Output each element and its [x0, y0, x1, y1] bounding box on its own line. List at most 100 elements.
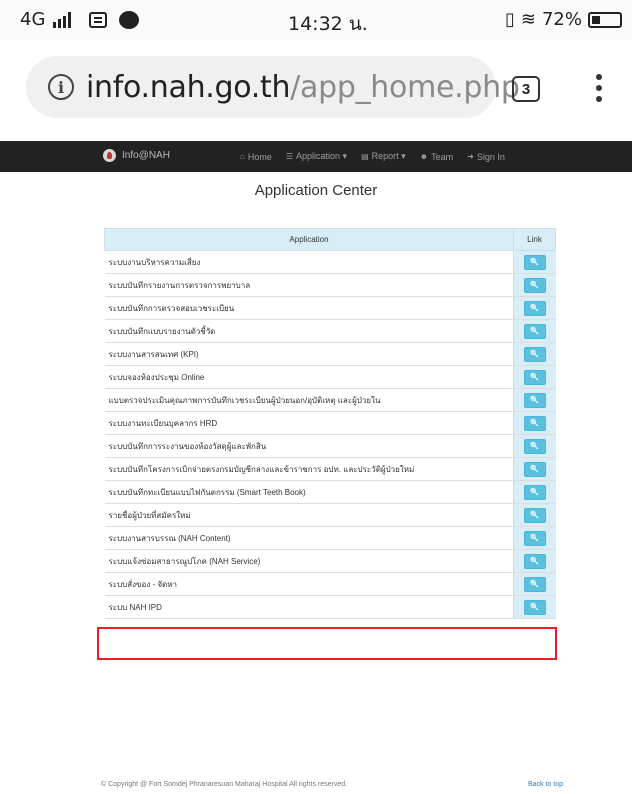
search-icon: 🔍	[530, 328, 540, 335]
open-application-button[interactable]: 🔍	[523, 346, 546, 362]
vibrate-icon: ▯	[504, 9, 515, 30]
nav-report-dropdown[interactable]: ▤ Report ▾	[361, 151, 406, 162]
link-cell: 🔍	[513, 319, 556, 343]
link-cell: 🔍	[513, 457, 556, 481]
nav-team[interactable]: ☻ Team	[420, 151, 453, 162]
url-text[interactable]: info.nah.go.th/app_home.php	[86, 70, 520, 105]
info-icon[interactable]: i	[48, 74, 74, 100]
link-cell: 🔍	[513, 365, 556, 389]
search-icon: 🔍	[530, 259, 540, 266]
back-to-top-link[interactable]: Back to top	[528, 781, 563, 788]
status-time: 14:32 น.	[288, 13, 368, 35]
table-row: ระบบบันทึกแบบรายงานตัวชี้วัด 🔍	[104, 319, 556, 343]
table-row: ระบบงานทะเบียนบุคลากร HRD 🔍	[104, 411, 556, 435]
nav-application-label: Application ▾	[296, 151, 348, 161]
search-icon: 🔍	[530, 282, 540, 289]
status-right: ▯ ≋ 72%	[505, 9, 622, 30]
application-name: ระบบจองห้องประชุม Online	[104, 365, 514, 389]
search-icon: 🔍	[530, 466, 540, 473]
search-icon: 🔍	[530, 420, 540, 427]
application-name: ระบบบันทึกโครงการเบิกจ่ายตรงกรมบัญชีกลาง…	[104, 457, 514, 481]
tab-switcher-button[interactable]: 3	[512, 76, 540, 102]
link-cell: 🔍	[513, 503, 556, 527]
nav-team-label: Team	[431, 151, 454, 162]
page-title: Application Center	[254, 182, 378, 199]
line-app-icon	[119, 10, 140, 29]
search-icon: 🔍	[530, 604, 540, 611]
table-row: ระบบบันทึกทะเบียนแบบไฟกันตกรรม (Smart Te…	[104, 480, 556, 504]
table-row: ระบบบันทึกการระงานของห้องวัสดุผู้และพักส…	[104, 434, 556, 458]
home-icon: ⌂	[240, 152, 245, 161]
application-name: ระบบสั่งของ - จัดหา	[104, 572, 514, 596]
application-name: ระบบบันทึกรายงานการตรวจการพยาบาล	[104, 273, 514, 297]
url-path: /app_home.php	[290, 69, 520, 105]
search-icon: 🔍	[530, 489, 540, 496]
open-application-button[interactable]: 🔍	[523, 553, 546, 569]
open-application-button[interactable]: 🔍	[523, 461, 546, 477]
file-icon: ▤	[361, 152, 369, 161]
open-application-button[interactable]: 🔍	[523, 369, 546, 385]
open-application-button[interactable]: 🔍	[523, 576, 546, 592]
table-row: ระบบงานสารสนเทศ (KPI) 🔍	[104, 342, 556, 366]
table-row: ระบบ NAH IPD 🔍	[104, 595, 556, 619]
table-row: ระบบแจ้งซ่อมสาธารณูปโภค (NAH Service) 🔍	[104, 549, 556, 573]
status-bar: 4G 14:32 น. ▯ ≋ 72%	[0, 0, 632, 40]
browser-menu-icon[interactable]	[594, 74, 604, 106]
table-row: แบบตรวจประเมินคุณภาพการบันทึกเวชระเบียนผ…	[104, 388, 556, 412]
users-icon: ☻	[419, 152, 429, 161]
open-application-button[interactable]: 🔍	[523, 415, 546, 431]
application-name: ระบบงานบริหารความเสี่ยง	[104, 250, 514, 274]
open-application-button[interactable]: 🔍	[523, 392, 546, 408]
link-cell: 🔍	[513, 572, 556, 596]
search-icon: 🔍	[530, 397, 540, 404]
open-application-button[interactable]: 🔍	[523, 300, 546, 316]
open-application-button[interactable]: 🔍	[523, 599, 546, 615]
table-row: ระบบจองห้องประชุม Online 🔍	[104, 365, 556, 389]
nav-menu: ⌂ Home ☰ Application ▾ ▤ Report ▾ ☻ Team ➜ Si…	[240, 151, 505, 162]
link-cell: 🔍	[513, 526, 556, 550]
table-body: ระบบงานบริหารความเสี่ยง 🔍 ระบบบันทึกรายงาน…	[104, 250, 556, 619]
open-application-button[interactable]: 🔍	[523, 530, 546, 546]
link-cell: 🔍	[513, 342, 556, 366]
browser-toolbar: i info.nah.go.th/app_home.php 3	[0, 40, 632, 135]
column-header-link: Link	[513, 228, 556, 251]
open-application-button[interactable]: 🔍	[523, 254, 546, 270]
application-name: ระบบงานสารบรรณ (NAH Content)	[104, 526, 514, 550]
site-navbar: Info@NAH ⌂ Home ☰ Application ▾ ▤ Report ▾ …	[0, 141, 632, 172]
link-cell: 🔍	[513, 250, 556, 274]
application-table: Application Link ระบบงานบริหารความเสี่ยง…	[104, 228, 556, 619]
wifi-icon: ≋	[520, 9, 536, 30]
table-row: ระบบงานสารบรรณ (NAH Content) 🔍	[104, 526, 556, 550]
open-application-button[interactable]: 🔍	[523, 323, 546, 339]
application-name: ระบบบันทึกการตรวจสอบเวชระเบียน	[104, 296, 514, 320]
table-row: ระบบบันทึกการตรวจสอบเวชระเบียน 🔍	[104, 296, 556, 320]
footer: © Copyright @ Fort Somdej Phranaresuan M…	[101, 781, 563, 788]
application-name: รายชื่อผู้ป่วยที่สมัครใหม่	[104, 503, 514, 527]
application-name: ระบบแจ้งซ่อมสาธารณูปโภค (NAH Service)	[104, 549, 514, 573]
open-application-button[interactable]: 🔍	[523, 507, 546, 523]
nav-application-dropdown[interactable]: ☰ Application ▾	[286, 151, 347, 162]
nav-home[interactable]: ⌂ Home	[240, 151, 272, 162]
open-application-button[interactable]: 🔍	[523, 277, 546, 293]
application-name: ระบบงานทะเบียนบุคลากร HRD	[104, 411, 514, 435]
hospital-logo-icon	[103, 149, 116, 162]
list-icon: ☰	[285, 152, 294, 161]
link-cell: 🔍	[513, 595, 556, 619]
search-icon: 🔍	[530, 443, 540, 450]
address-bar[interactable]: i info.nah.go.th/app_home.php	[26, 56, 520, 118]
open-application-button[interactable]: 🔍	[523, 484, 546, 500]
brand-name: Info@NAH	[122, 150, 170, 161]
message-icon	[89, 11, 108, 28]
table-row: ระบบงานบริหารความเสี่ยง 🔍	[104, 250, 556, 274]
open-application-button[interactable]: 🔍	[523, 438, 546, 454]
copyright-text: © Copyright @ Fort Somdej Phranaresuan M…	[101, 781, 348, 788]
brand-link[interactable]: Info@NAH	[103, 149, 170, 162]
network-type: 4G	[20, 9, 46, 30]
application-name: ระบบงานสารสนเทศ (KPI)	[104, 342, 514, 366]
nav-sign-in[interactable]: ➜ Sign In	[467, 151, 505, 162]
search-icon: 🔍	[530, 512, 540, 519]
url-host: info.nah.go.th	[86, 69, 291, 105]
search-icon: 🔍	[530, 558, 540, 565]
table-row: ระบบบันทึกโครงการเบิกจ่ายตรงกรมบัญชีกลาง…	[104, 457, 556, 481]
application-name: แบบตรวจประเมินคุณภาพการบันทึกเวชระเบียนผ…	[104, 388, 514, 412]
